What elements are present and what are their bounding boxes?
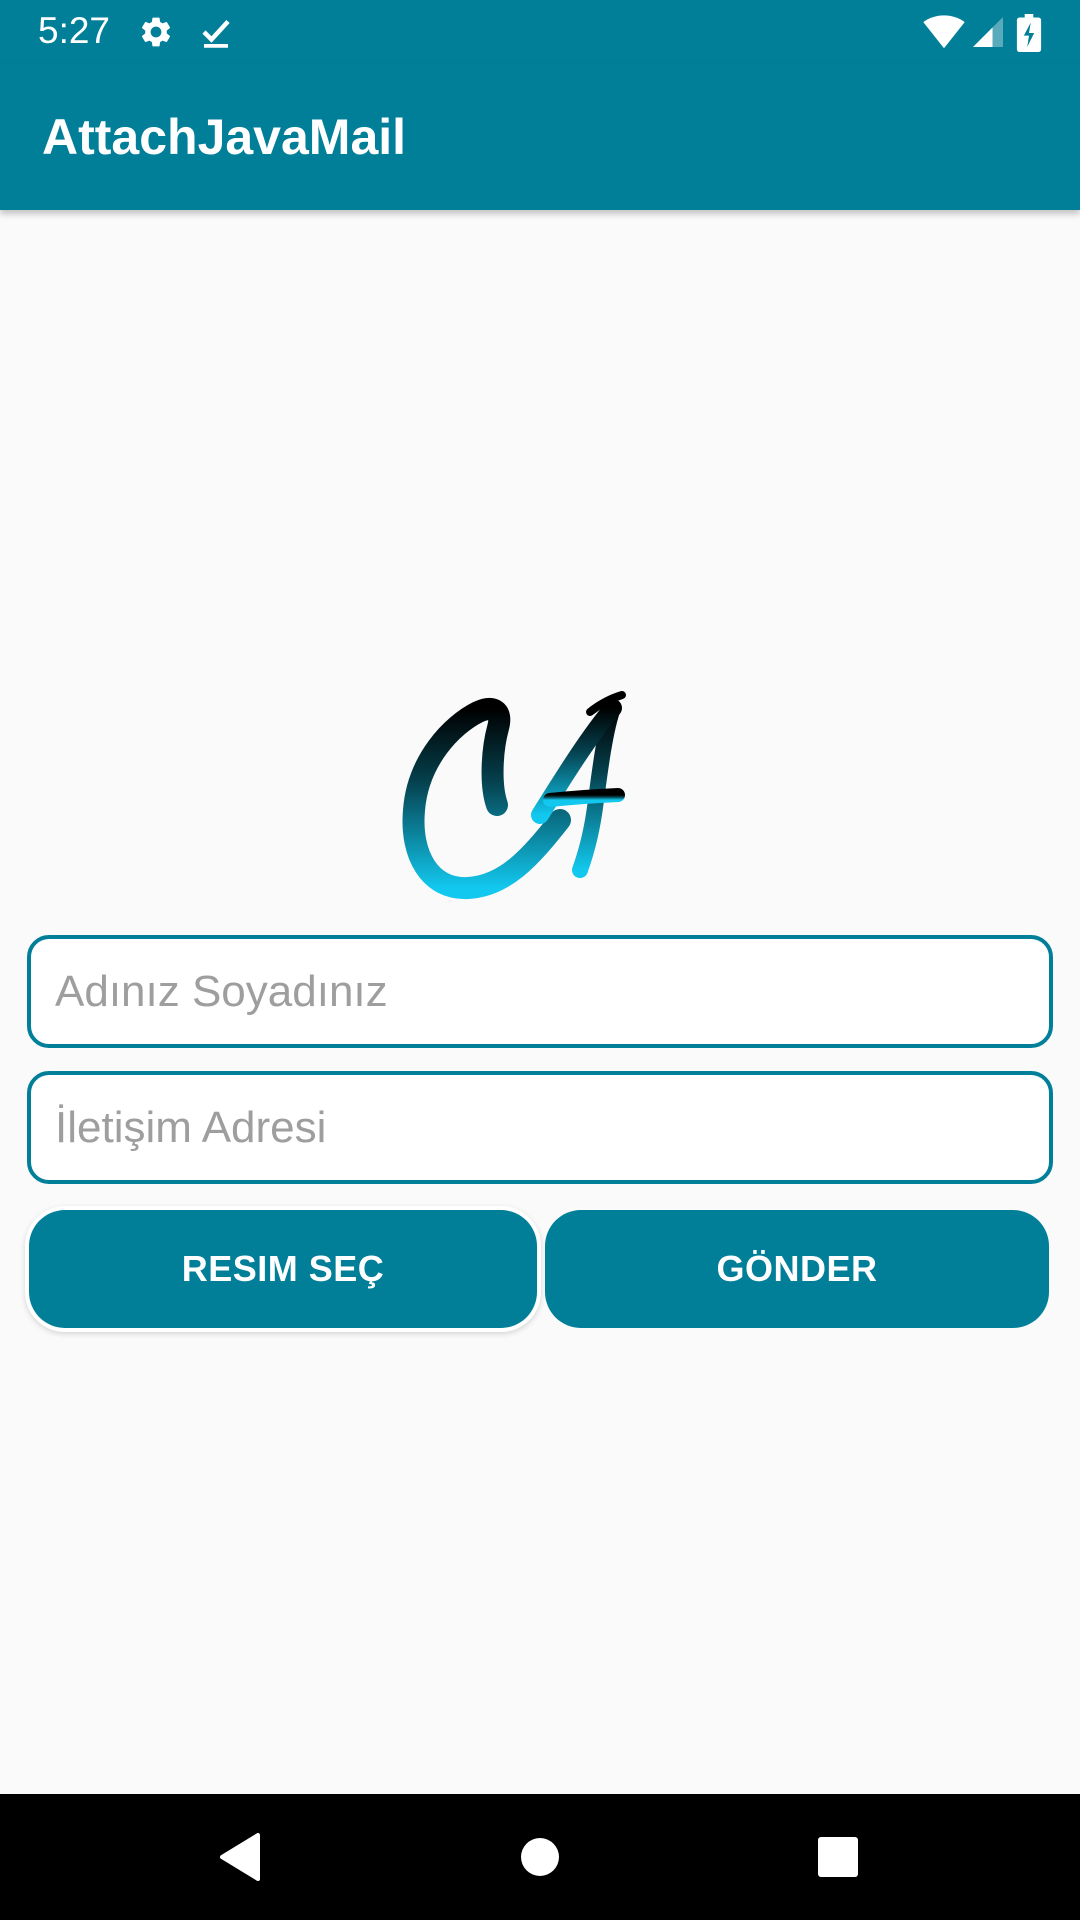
wifi-icon — [922, 14, 966, 50]
select-image-label: RESIM SEÇ — [181, 1248, 385, 1289]
navigation-bar — [0, 1794, 1080, 1920]
signal-icon — [970, 14, 1006, 50]
back-icon[interactable] — [210, 1827, 270, 1887]
send-label: GÖNDER — [716, 1248, 878, 1289]
screen: 5:27 AttachJavaMail Adınız Soyadınız İle… — [0, 0, 1080, 1920]
logo — [400, 690, 680, 905]
gear-icon — [138, 14, 174, 50]
select-image-button[interactable]: RESIM SEÇ — [29, 1210, 537, 1328]
contact-address-input[interactable] — [27, 1071, 1053, 1184]
name-input[interactable] — [27, 935, 1053, 1048]
check-download-icon — [198, 14, 234, 50]
status-bar: 5:27 — [0, 0, 1080, 63]
app-title: AttachJavaMail — [42, 109, 407, 165]
home-icon[interactable] — [510, 1827, 570, 1887]
recents-icon[interactable] — [808, 1827, 868, 1887]
battery-charging-icon — [1016, 14, 1046, 53]
app-bar: AttachJavaMail — [0, 63, 1080, 210]
send-button[interactable]: GÖNDER — [545, 1210, 1049, 1328]
status-time: 5:27 — [38, 10, 111, 51]
